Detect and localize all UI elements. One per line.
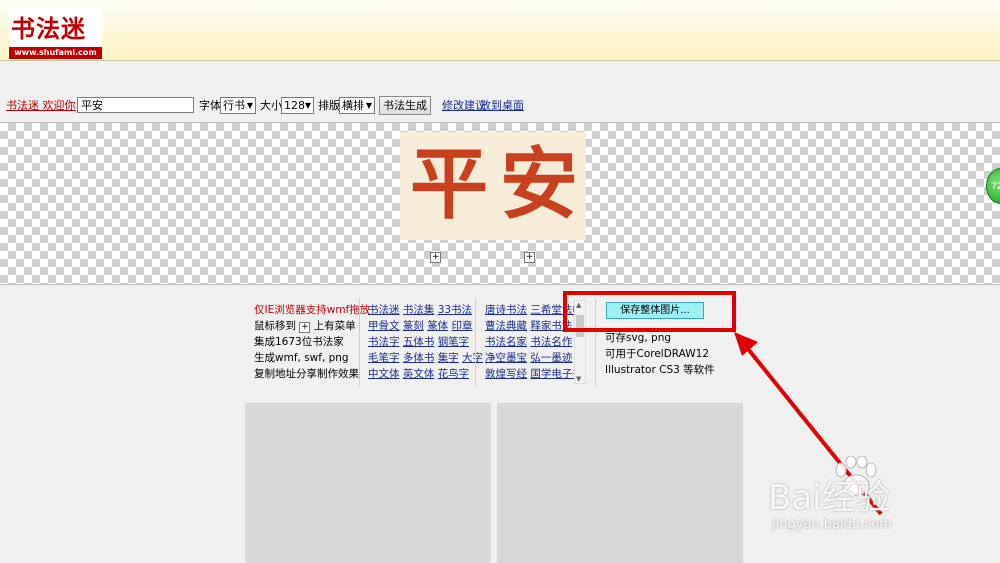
logo-text: 书法迷 — [11, 14, 86, 43]
font-select[interactable]: 行书 ▼ — [220, 97, 256, 114]
text-input[interactable]: 平安 — [77, 97, 194, 113]
info-column: 仅IE浏览器支持wmf拖放 鼠标移到 + 上有菜单 集成1673位书法家 生成w… — [254, 302, 370, 382]
chevron-down-icon: ▼ — [304, 101, 311, 110]
link-mingjia[interactable]: 书法名家 — [485, 336, 527, 348]
save-info: 可存svg, png 可用于CorelDRAW12 Illustrator CS… — [605, 330, 715, 378]
logo-url: www.shufami.com — [9, 47, 102, 59]
link-zhongwenti[interactable]: 中文体 — [368, 368, 400, 380]
save-info-illustrator: Illustrator CS3 等软件 — [605, 364, 715, 376]
site-header: 书法迷 www.shufami.com — [0, 0, 1000, 61]
link-dunhuang[interactable]: 敦煌写经 — [485, 368, 527, 380]
column-divider — [475, 298, 476, 386]
link-jizi[interactable]: 集字 — [438, 352, 459, 364]
font-label: 字体 — [199, 99, 221, 112]
char-1-menu-plus-icon[interactable]: + — [430, 252, 441, 263]
chevron-down-icon: ▼ — [365, 101, 372, 110]
link-duotishu[interactable]: 多体书 — [403, 352, 435, 364]
link-jingkong[interactable]: 净空墨宝 — [485, 352, 527, 364]
link-maobizi[interactable]: 毛笔字 — [368, 352, 400, 364]
link-huaniaozi[interactable]: 花鸟字 — [438, 368, 470, 380]
links-column-1: 书法迷 书法集 33书法 甲骨文 篆刻 篆体 印章 书法字 五体书 钢笔字 毛笔… — [368, 302, 483, 382]
link-jiaguwen[interactable]: 甲骨文 — [368, 320, 400, 332]
generate-button[interactable]: 书法生成 — [379, 96, 431, 115]
link-zhuanti[interactable]: 篆体 — [427, 320, 448, 332]
link-shufami[interactable]: 书法迷 — [368, 304, 400, 316]
layout-select[interactable]: 横排 ▼ — [339, 97, 375, 114]
link-gangbizi[interactable]: 钢笔字 — [438, 336, 470, 348]
size-select[interactable]: 128 ▼ — [281, 97, 314, 114]
link-tangshi[interactable]: 唐诗书法 — [485, 304, 527, 316]
link-mingzuo[interactable]: 书法名作 — [530, 336, 572, 348]
calligraphy-char-1: 平 — [410, 139, 489, 230]
calligraphy-char-2: 安 — [500, 139, 579, 230]
info-ie-note: 仅IE浏览器支持wmf拖放 — [254, 304, 371, 316]
calligraphy-image: 平 安 — [400, 132, 586, 240]
info-calligraphers: 集成1673位书法家 — [254, 336, 344, 348]
size-label: 大小 — [260, 99, 282, 112]
size-select-value: 128 — [284, 99, 305, 112]
link-33shufa[interactable]: 33书法 — [438, 304, 472, 316]
layout-label: 排版 — [318, 99, 340, 112]
desktop-link[interactable]: 放到桌面 — [480, 96, 524, 115]
link-dazi[interactable]: 大字 — [462, 352, 483, 364]
watermark-url: jingyan.baidu.com — [772, 517, 892, 532]
link-wutishu[interactable]: 五体书 — [403, 336, 435, 348]
welcome-link[interactable]: 书法迷 欢迎你 — [6, 96, 76, 115]
layout-select-value: 横排 — [342, 99, 364, 112]
plus-icon: + — [299, 322, 311, 333]
link-yinzhang[interactable]: 印章 — [452, 320, 473, 332]
info-share: 复制地址分享制作效果 — [254, 368, 359, 380]
chevron-down-icon: ▼ — [246, 101, 253, 110]
info-hover-suffix: 上有菜单 — [313, 320, 356, 332]
column-divider — [359, 298, 360, 386]
save-info-formats: 可存svg, png — [605, 332, 672, 344]
link-caofa[interactable]: 曹法典藏 — [485, 320, 527, 332]
site-logo[interactable]: 书法迷 www.shufami.com — [9, 6, 102, 59]
info-hover-note: 鼠标移到 + 上有菜单 — [254, 318, 370, 334]
scroll-down-icon[interactable]: ▼ — [576, 375, 581, 383]
link-yingwenti[interactable]: 英文体 — [403, 368, 435, 380]
watermark-text: Bai经验 — [768, 478, 890, 518]
save-info-coreldraw: 可用于CorelDRAW12 — [605, 348, 710, 360]
content-panel-right — [497, 403, 743, 563]
content-panel-left — [245, 403, 491, 563]
link-zhuanke[interactable]: 篆刻 — [403, 320, 424, 332]
link-hongyi[interactable]: 弘一墨迹 — [530, 352, 572, 364]
highlight-box — [563, 291, 736, 332]
font-select-value: 行书 — [223, 99, 245, 112]
link-shufaji[interactable]: 书法集 — [403, 304, 435, 316]
info-hover-prefix: 鼠标移到 — [254, 320, 296, 332]
char-2-menu-plus-icon[interactable]: + — [524, 252, 535, 263]
link-shufazi[interactable]: 书法字 — [368, 336, 400, 348]
info-formats: 生成wmf, swf, png — [254, 352, 349, 364]
